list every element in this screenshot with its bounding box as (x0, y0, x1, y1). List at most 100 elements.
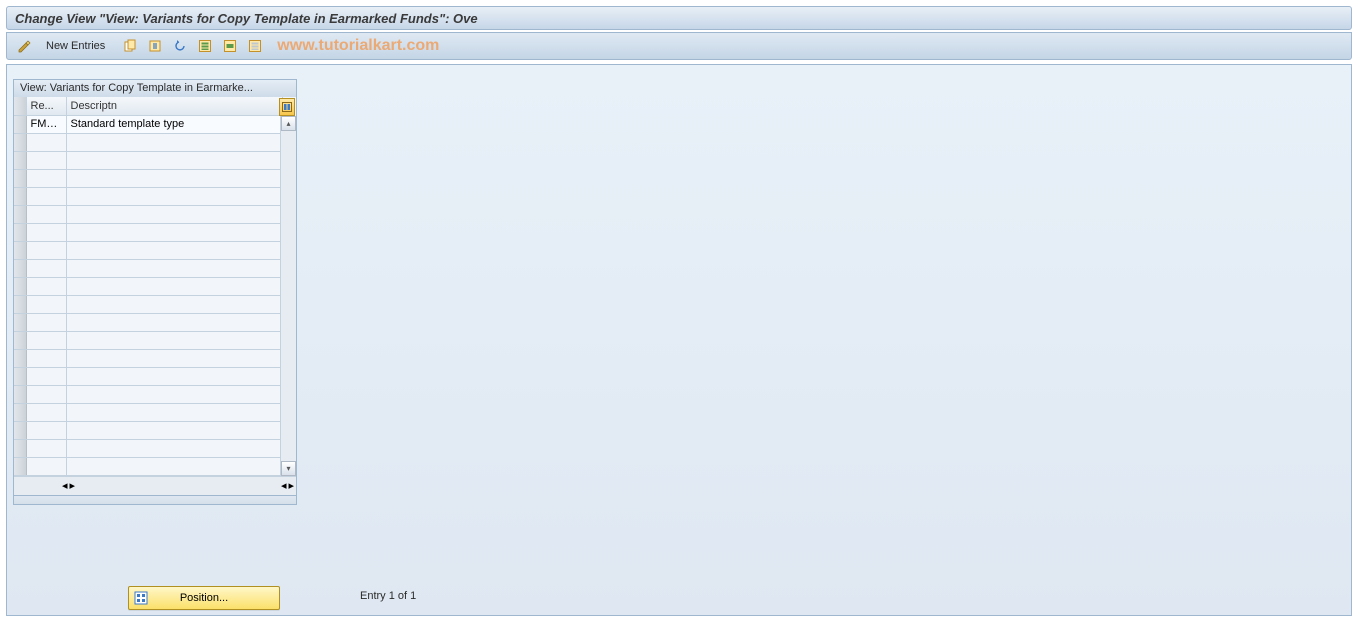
cell-re[interactable] (26, 457, 66, 475)
cell-re[interactable] (26, 313, 66, 331)
row-selector[interactable] (14, 187, 26, 205)
table-row[interactable] (14, 295, 282, 313)
copy-as-icon[interactable] (119, 35, 141, 57)
row-selector[interactable] (14, 205, 26, 223)
row-selector[interactable] (14, 277, 26, 295)
cell-desc[interactable] (66, 385, 282, 403)
row-selector[interactable] (14, 421, 26, 439)
new-entries-button[interactable]: New Entries (38, 36, 113, 56)
row-selector[interactable] (14, 349, 26, 367)
select-all-icon[interactable] (194, 35, 216, 57)
cell-re[interactable] (26, 295, 66, 313)
scroll-down-icon[interactable]: ▾ (281, 461, 296, 476)
cell-desc[interactable] (66, 403, 282, 421)
row-selector[interactable] (14, 385, 26, 403)
table-row[interactable] (14, 241, 282, 259)
scroll-left-icon[interactable]: ▸ (70, 479, 76, 492)
cell-re[interactable] (26, 277, 66, 295)
cell-desc[interactable] (66, 187, 282, 205)
col-header-re[interactable]: Re... (26, 97, 66, 115)
row-selector[interactable] (14, 367, 26, 385)
delete-icon[interactable] (144, 35, 166, 57)
table-row[interactable] (14, 367, 282, 385)
row-selector[interactable] (14, 169, 26, 187)
table-row[interactable] (14, 457, 282, 475)
cell-re[interactable] (26, 421, 66, 439)
cell-re[interactable] (26, 241, 66, 259)
cell-desc[interactable] (66, 277, 282, 295)
toggle-change-icon[interactable] (13, 35, 35, 57)
cell-desc[interactable] (66, 295, 282, 313)
table-row[interactable] (14, 259, 282, 277)
cell-desc[interactable] (66, 439, 282, 457)
cell-re[interactable] (26, 205, 66, 223)
cell-desc[interactable]: Standard template type (66, 115, 282, 133)
row-selector[interactable] (14, 115, 26, 133)
table-row[interactable] (14, 277, 282, 295)
table-row[interactable] (14, 331, 282, 349)
table-row[interactable] (14, 205, 282, 223)
row-selector[interactable] (14, 313, 26, 331)
scroll-up-icon[interactable]: ▴ (281, 116, 296, 131)
vertical-scrollbar[interactable]: ▴ ▾ (280, 116, 296, 476)
cell-re[interactable] (26, 151, 66, 169)
cell-desc[interactable] (66, 367, 282, 385)
row-selector[interactable] (14, 241, 26, 259)
row-selector[interactable] (14, 331, 26, 349)
col-header-descriptn[interactable]: Descriptn (66, 97, 282, 115)
cell-desc[interactable] (66, 313, 282, 331)
scroll-right-icon[interactable]: ◂ (281, 479, 287, 492)
cell-re[interactable]: FMRE (26, 115, 66, 133)
row-selector[interactable] (14, 457, 26, 475)
table-row[interactable]: FMREStandard template type (14, 115, 282, 133)
position-button[interactable]: Position... (128, 586, 280, 610)
cell-re[interactable] (26, 367, 66, 385)
cell-desc[interactable] (66, 151, 282, 169)
table-row[interactable] (14, 439, 282, 457)
cell-desc[interactable] (66, 421, 282, 439)
cell-desc[interactable] (66, 223, 282, 241)
row-selector[interactable] (14, 223, 26, 241)
cell-re[interactable] (26, 331, 66, 349)
cell-desc[interactable] (66, 205, 282, 223)
table-row[interactable] (14, 151, 282, 169)
cell-re[interactable] (26, 187, 66, 205)
undo-change-icon[interactable] (169, 35, 191, 57)
select-block-icon[interactable] (219, 35, 241, 57)
cell-desc[interactable] (66, 457, 282, 475)
row-selector[interactable] (14, 295, 26, 313)
deselect-all-icon[interactable] (244, 35, 266, 57)
table-row[interactable] (14, 313, 282, 331)
cell-desc[interactable] (66, 349, 282, 367)
cell-re[interactable] (26, 169, 66, 187)
row-selector[interactable] (14, 151, 26, 169)
cell-re[interactable] (26, 349, 66, 367)
cell-desc[interactable] (66, 331, 282, 349)
row-selector[interactable] (14, 259, 26, 277)
table-row[interactable] (14, 385, 282, 403)
table-row[interactable] (14, 223, 282, 241)
table-row[interactable] (14, 133, 282, 151)
cell-desc[interactable] (66, 133, 282, 151)
table-row[interactable] (14, 421, 282, 439)
row-selector[interactable] (14, 133, 26, 151)
cell-re[interactable] (26, 259, 66, 277)
row-selector-header[interactable] (14, 97, 26, 115)
table-row[interactable] (14, 187, 282, 205)
scroll-right-end-icon[interactable]: ▸ (288, 479, 294, 492)
row-selector[interactable] (14, 403, 26, 421)
cell-desc[interactable] (66, 169, 282, 187)
cell-re[interactable] (26, 439, 66, 457)
table-row[interactable] (14, 169, 282, 187)
row-selector[interactable] (14, 439, 26, 457)
horizontal-scrollbar[interactable]: ◂ ▸ ◂ ▸ (14, 476, 296, 495)
cell-re[interactable] (26, 223, 66, 241)
scroll-left-start-icon[interactable]: ◂ (62, 479, 68, 492)
cell-re[interactable] (26, 385, 66, 403)
cell-re[interactable] (26, 403, 66, 421)
table-row[interactable] (14, 349, 282, 367)
table-configure-icon[interactable] (279, 98, 295, 116)
cell-desc[interactable] (66, 241, 282, 259)
table-row[interactable] (14, 403, 282, 421)
cell-re[interactable] (26, 133, 66, 151)
